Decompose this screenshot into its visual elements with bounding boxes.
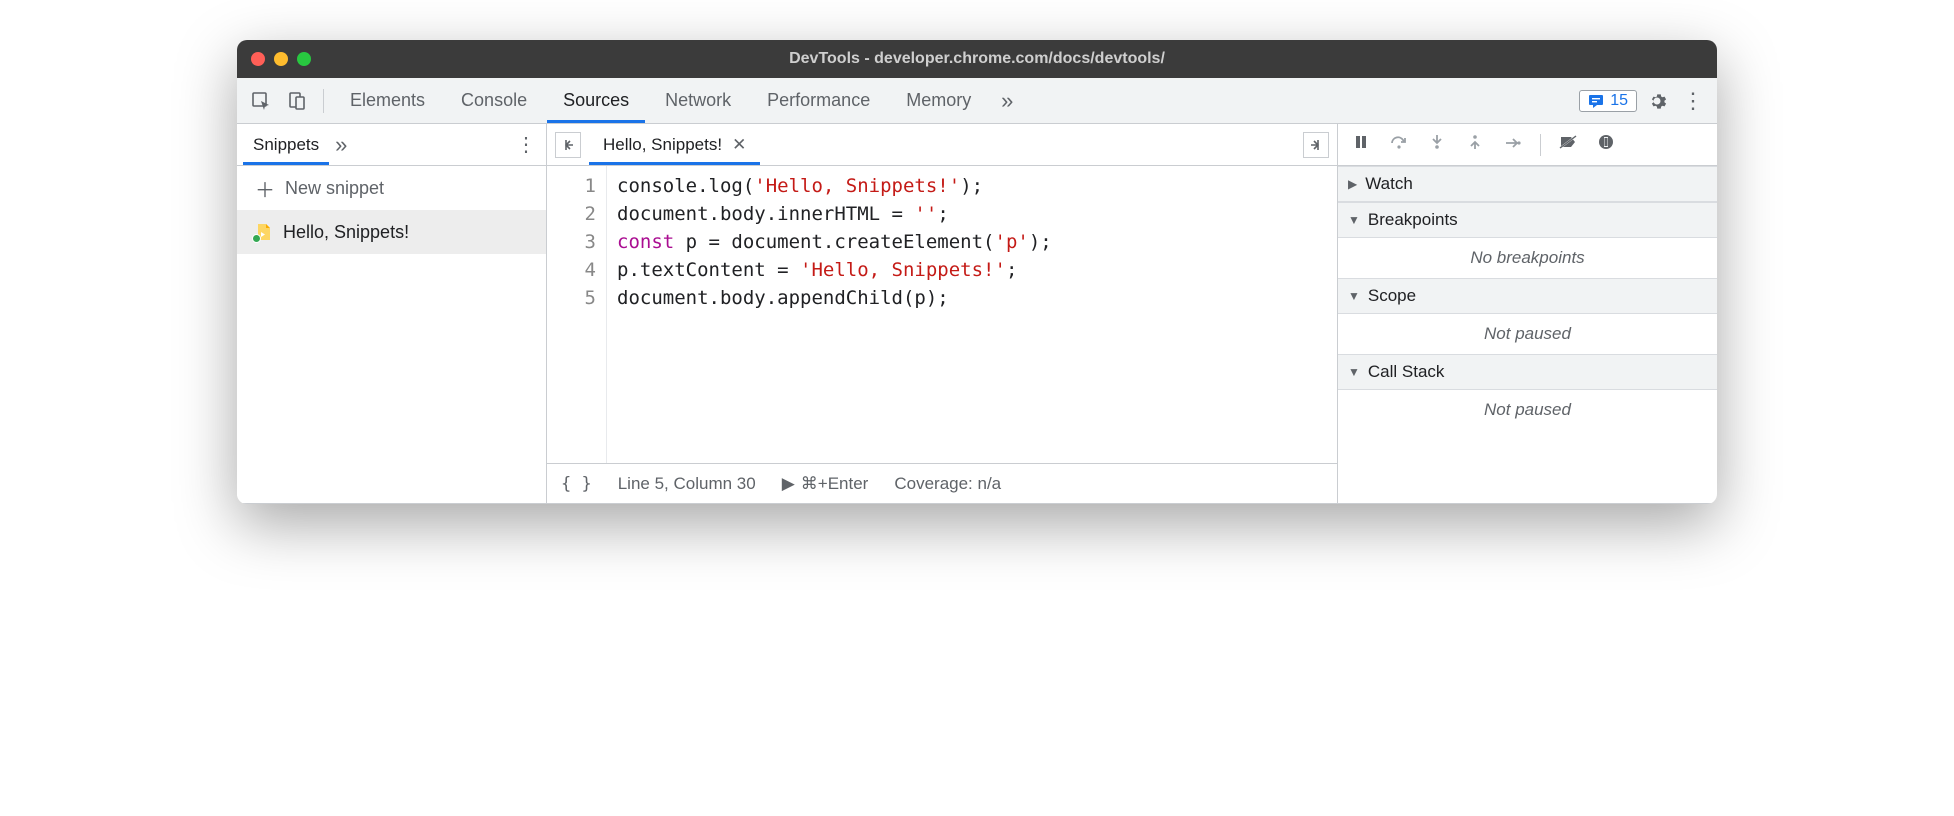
- callstack-section-header[interactable]: ▼ Call Stack: [1338, 354, 1717, 390]
- divider: [323, 89, 324, 113]
- chevron-down-icon: ▼: [1348, 365, 1360, 379]
- tab-elements[interactable]: Elements: [334, 78, 441, 123]
- editor-statusbar: { } Line 5, Column 30 ▶ ⌘+Enter Coverage…: [547, 463, 1337, 503]
- tab-label: Console: [461, 90, 527, 111]
- inspect-element-icon[interactable]: [245, 85, 277, 117]
- window-minimize-button[interactable]: [274, 52, 288, 66]
- debugger-panel: ▶ Watch ▼ Breakpoints No breakpoints ▼ S…: [1337, 124, 1717, 503]
- editor-tab[interactable]: Hello, Snippets! ✕: [589, 124, 760, 165]
- tab-label: Sources: [563, 90, 629, 111]
- tab-label: Elements: [350, 90, 425, 111]
- watch-label: Watch: [1365, 174, 1413, 194]
- callstack-body: Not paused: [1338, 390, 1717, 430]
- code-editor[interactable]: 12345 console.log('Hello, Snippets!');do…: [547, 166, 1337, 463]
- step-out-icon[interactable]: [1464, 134, 1486, 155]
- breakpoints-body: No breakpoints: [1338, 238, 1717, 278]
- debugger-toolbar: [1338, 124, 1717, 166]
- window-title: DevTools - developer.chrome.com/docs/dev…: [237, 50, 1717, 68]
- coverage-status: Coverage: n/a: [894, 474, 1001, 494]
- chevron-right-icon: ▶: [1348, 177, 1357, 191]
- breakpoints-label: Breakpoints: [1368, 210, 1458, 230]
- more-tabs-icon[interactable]: »: [991, 85, 1023, 117]
- tab-network[interactable]: Network: [649, 78, 747, 123]
- issues-badge[interactable]: 15: [1579, 90, 1637, 112]
- new-snippet-button[interactable]: ＋ New snippet: [237, 166, 546, 210]
- editor-tab-label: Hello, Snippets!: [603, 135, 722, 155]
- chevron-down-icon: ▼: [1348, 213, 1360, 227]
- deactivate-breakpoints-icon[interactable]: [1557, 134, 1579, 155]
- pause-on-exceptions-icon[interactable]: [1595, 134, 1617, 155]
- snippet-item[interactable]: Hello, Snippets!: [237, 210, 546, 254]
- editor-tabs: Hello, Snippets! ✕: [547, 124, 1337, 166]
- sidebar-kebab-icon[interactable]: ⋮: [512, 132, 540, 157]
- snippet-file-icon: [255, 223, 273, 241]
- new-snippet-label: New snippet: [285, 178, 384, 199]
- settings-icon[interactable]: [1641, 85, 1673, 117]
- nav-forward-icon[interactable]: [1303, 132, 1329, 158]
- step-over-icon[interactable]: [1388, 134, 1410, 155]
- devtools-window: DevTools - developer.chrome.com/docs/dev…: [237, 40, 1717, 504]
- scope-label: Scope: [1368, 286, 1416, 306]
- watch-section-header[interactable]: ▶ Watch: [1338, 166, 1717, 202]
- window-close-button[interactable]: [251, 52, 265, 66]
- window-maximize-button[interactable]: [297, 52, 311, 66]
- tab-label: Network: [665, 90, 731, 111]
- pretty-print-icon[interactable]: { }: [561, 474, 592, 494]
- close-icon[interactable]: ✕: [732, 135, 746, 155]
- tab-sources[interactable]: Sources: [547, 78, 645, 123]
- plus-icon: ＋: [255, 174, 275, 203]
- kebab-menu-icon[interactable]: ⋮: [1677, 85, 1709, 117]
- sidebar: Snippets » ⋮ ＋ New snippet Hello, Snippe…: [237, 124, 547, 503]
- scope-section-header[interactable]: ▼ Scope: [1338, 278, 1717, 314]
- tab-label: Memory: [906, 90, 971, 111]
- sidebar-tab-snippets[interactable]: Snippets: [243, 124, 329, 165]
- line-gutter: 12345: [547, 166, 607, 463]
- nav-back-icon[interactable]: [555, 132, 581, 158]
- titlebar: DevTools - developer.chrome.com/docs/dev…: [237, 40, 1717, 78]
- main-tabbar: Elements Console Sources Network Perform…: [237, 78, 1717, 124]
- tab-memory[interactable]: Memory: [890, 78, 987, 123]
- step-into-icon[interactable]: [1426, 134, 1448, 155]
- pause-icon[interactable]: [1350, 134, 1372, 155]
- sidebar-more-tabs-icon[interactable]: »: [335, 132, 347, 158]
- device-toolbar-icon[interactable]: [281, 85, 313, 117]
- scope-body: Not paused: [1338, 314, 1717, 354]
- sidebar-tab-label: Snippets: [253, 135, 319, 155]
- play-icon: ▶: [782, 474, 795, 494]
- callstack-label: Call Stack: [1368, 362, 1445, 382]
- code-content: console.log('Hello, Snippets!');document…: [607, 166, 1062, 463]
- tab-performance[interactable]: Performance: [751, 78, 886, 123]
- run-snippet-button[interactable]: ▶ ⌘+Enter: [782, 474, 869, 494]
- editor: Hello, Snippets! ✕ 12345 console.log('He…: [547, 124, 1337, 503]
- snippet-item-label: Hello, Snippets!: [283, 222, 409, 243]
- cursor-position: Line 5, Column 30: [618, 474, 756, 494]
- tab-label: Performance: [767, 90, 870, 111]
- step-icon[interactable]: [1502, 135, 1524, 155]
- main-area: Snippets » ⋮ ＋ New snippet Hello, Snippe…: [237, 124, 1717, 504]
- breakpoints-section-header[interactable]: ▼ Breakpoints: [1338, 202, 1717, 238]
- traffic-lights: [251, 52, 311, 66]
- issues-icon: [1588, 93, 1604, 109]
- sidebar-header: Snippets » ⋮: [237, 124, 546, 166]
- tab-console[interactable]: Console: [445, 78, 543, 123]
- issues-count: 15: [1610, 92, 1628, 110]
- run-hint: ⌘+Enter: [801, 474, 869, 494]
- chevron-down-icon: ▼: [1348, 289, 1360, 303]
